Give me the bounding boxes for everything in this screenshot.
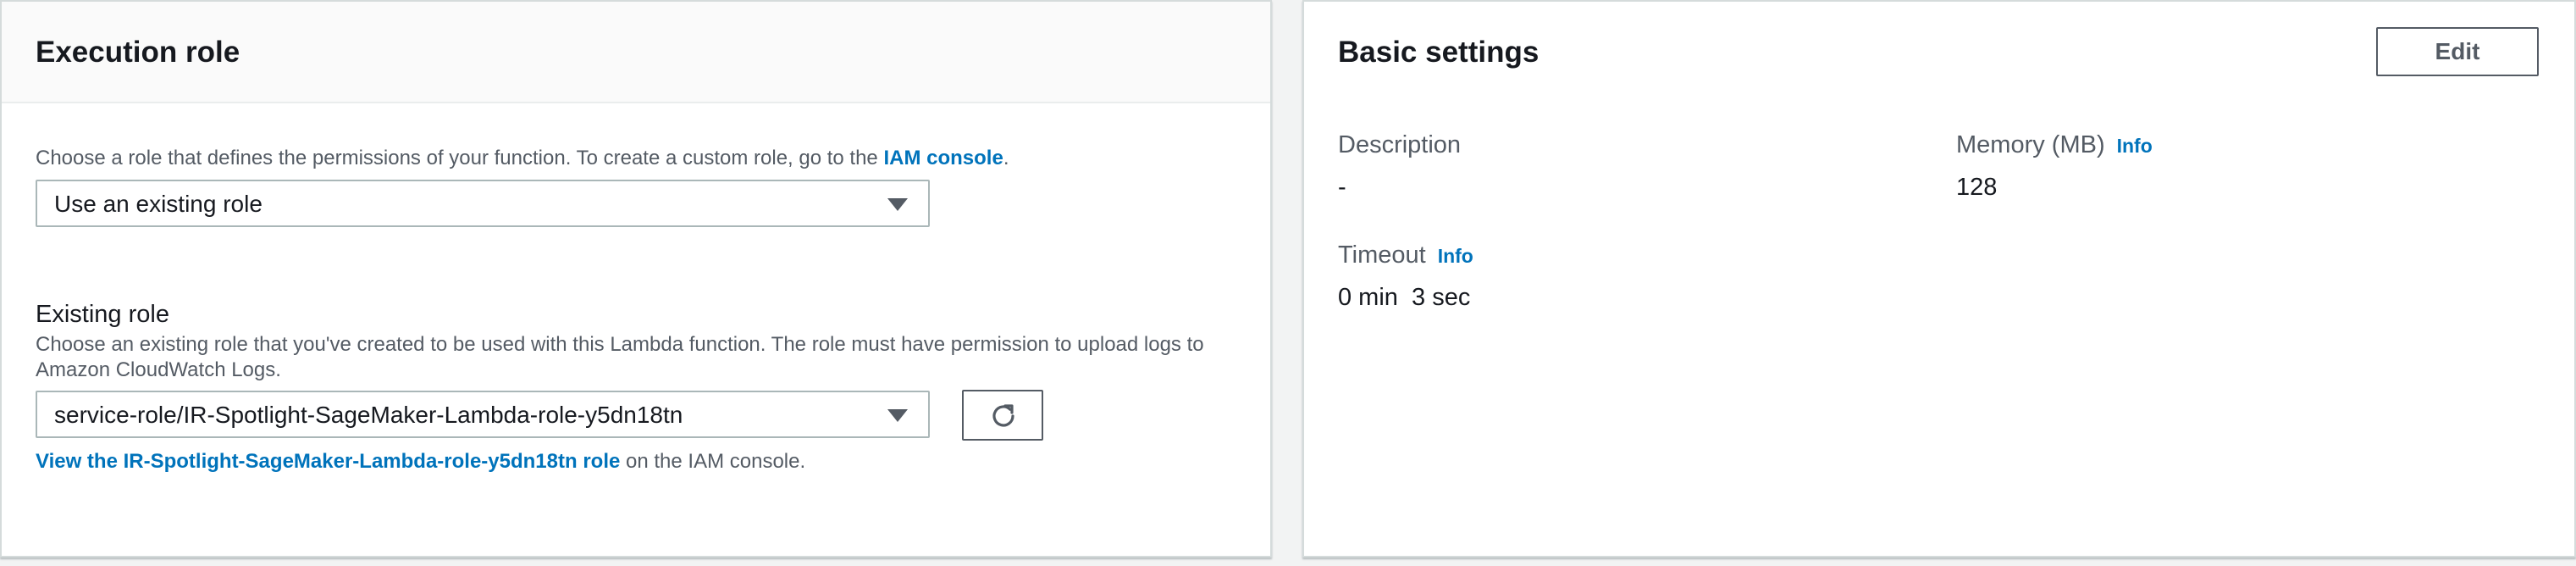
existing-role-label: Existing role (36, 301, 169, 328)
existing-role-select[interactable]: service-role/IR-Spotlight-SageMaker-Lamb… (36, 391, 930, 438)
role-description-prefix: Choose a role that defines the permissio… (36, 147, 884, 169)
view-role-suffix: on the IAM console. (620, 450, 806, 473)
view-role-line: View the IR-Spotlight-SageMaker-Lambda-r… (36, 449, 805, 474)
refresh-roles-button[interactable] (962, 390, 1043, 441)
memory-value: 128 (1956, 174, 1998, 201)
view-role-link[interactable]: View the IR-Spotlight-SageMaker-Lambda-r… (36, 450, 620, 473)
basic-settings-panel: Basic settings Edit Description - Memory… (1302, 0, 2576, 558)
timeout-value: 0 min 3 sec (1338, 284, 1471, 311)
timeout-field: Timeout Info (1338, 241, 1473, 270)
caret-down-icon (887, 198, 908, 211)
execution-role-header: Execution role (2, 2, 1270, 103)
memory-info-link[interactable]: Info (2117, 135, 2153, 157)
existing-role-select-value: service-role/IR-Spotlight-SageMaker-Lamb… (54, 402, 683, 428)
iam-console-link[interactable]: IAM console (883, 147, 1003, 169)
execution-role-title: Execution role (36, 36, 240, 69)
description-value: - (1338, 174, 1346, 201)
memory-field: Memory (MB) Info (1956, 130, 2153, 160)
caret-down-icon (887, 409, 908, 422)
description-label: Description (1338, 131, 1462, 158)
role-description-suffix: . (1003, 147, 1009, 169)
edit-button[interactable]: Edit (2376, 27, 2539, 76)
timeout-label: Timeout (1338, 241, 1426, 269)
basic-settings-header: Basic settings Edit (1304, 2, 2574, 102)
timeout-info-link[interactable]: Info (1438, 245, 1473, 267)
execution-role-panel: Execution role Choose a role that define… (0, 0, 1272, 558)
role-description: Choose a role that defines the permissio… (36, 146, 1009, 171)
existing-role-description-line1: Choose an existing role that you've crea… (36, 333, 1204, 356)
basic-settings-title: Basic settings (1338, 36, 1540, 69)
role-type-select[interactable]: Use an existing role (36, 180, 930, 227)
memory-label: Memory (MB) (1956, 131, 2105, 158)
existing-role-description-line2: Amazon CloudWatch Logs. (36, 358, 281, 381)
role-type-select-value: Use an existing role (54, 191, 263, 217)
refresh-icon (992, 404, 1014, 427)
